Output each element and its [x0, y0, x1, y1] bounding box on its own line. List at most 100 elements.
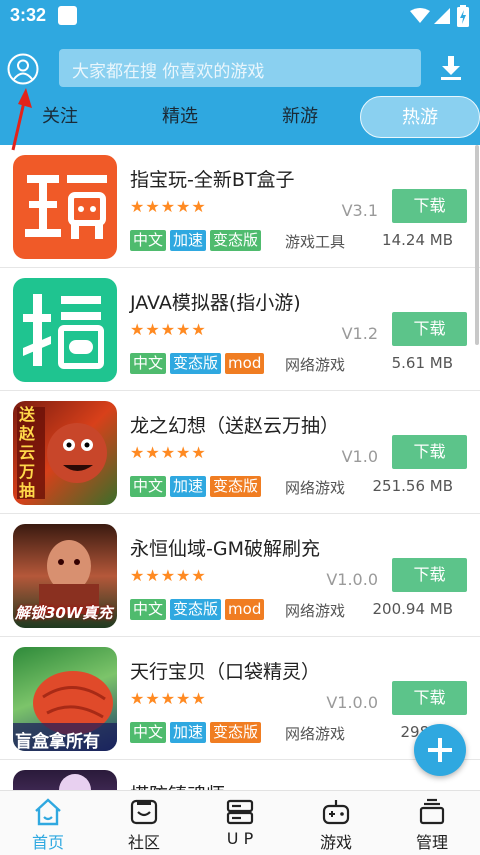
app-size: 200.94 MB: [372, 600, 454, 618]
tag: 变态版: [170, 353, 222, 374]
game-list: 指宝玩-全新BT盒子 ★★★★★ V3.1 中文 加速 变态版 游戏工具 14.…: [0, 145, 480, 790]
status-bar: 3:32: [0, 0, 480, 34]
rating-stars: ★★★★★: [130, 566, 207, 585]
signal-icon: [434, 8, 450, 24]
manage-icon: [419, 798, 445, 825]
app-size: 251.56 MB: [372, 477, 454, 495]
app-icon: 盲盒拿所有: [13, 647, 117, 751]
annotation-arrow-icon: [11, 88, 32, 151]
nav-home[interactable]: 首页: [0, 791, 96, 855]
tag: 加速: [170, 722, 207, 743]
app-name: JAVA模拟器(指小游): [130, 292, 301, 314]
app-icon: 送赵云万抽: [13, 401, 117, 505]
app-icon-caption: 解锁30W真充: [15, 604, 113, 622]
app-size: 5.61 MB: [391, 354, 453, 372]
app-version: V1.2: [341, 324, 378, 343]
scrollbar[interactable]: [475, 145, 479, 345]
app-category: 网络游戏: [285, 725, 346, 743]
nav-label: 管理: [415, 833, 448, 852]
tag-list: 中文 加速 变态版: [130, 476, 262, 497]
download-button[interactable]: 下载: [392, 681, 467, 715]
home-icon: [35, 798, 61, 826]
app-category: 网络游戏: [285, 479, 346, 497]
add-button[interactable]: [414, 724, 466, 776]
status-time: 3:32: [10, 5, 47, 25]
nav-label: U P: [226, 829, 254, 848]
search-input[interactable]: 大家都在搜 你喜欢的游戏: [59, 49, 421, 87]
list-item[interactable]: 盲盒拿所有 天行宝贝（口袋精灵） ★★★★★ V1.0.0 中文 加速 变态版 …: [0, 637, 480, 760]
nav-label: 游戏: [319, 833, 352, 852]
tag: 加速: [170, 230, 207, 251]
tag: 变态版: [170, 599, 222, 620]
download-button[interactable]: 下载: [392, 189, 467, 223]
up-icon: [226, 799, 254, 825]
app-category: 游戏工具: [285, 233, 346, 251]
app-name: 天行宝贝（口袋精灵）: [130, 661, 321, 683]
app-version: V1.0.0: [326, 693, 378, 712]
tag: 中文: [130, 599, 167, 620]
tag: 中文: [130, 476, 167, 497]
tag: 中文: [130, 230, 167, 251]
community-icon: [130, 799, 158, 825]
list-item[interactable]: 送赵云万抽 龙之幻想（送赵云万抽） ★★★★★ V1.0 中文 加速 变态版 网…: [0, 391, 480, 514]
tag-list: 中文 加速 变态版: [130, 722, 262, 743]
notification-icon: [58, 6, 77, 25]
app-size: 14.24 MB: [382, 231, 453, 249]
download-button[interactable]: 下载: [392, 312, 467, 346]
tag: mod: [225, 353, 265, 374]
nav-label: 首页: [31, 833, 64, 852]
wifi-icon: [410, 8, 430, 23]
app-version: V1.0: [341, 447, 378, 466]
app-icon: [13, 770, 117, 790]
tag: 变态版: [210, 476, 262, 497]
app-icon-caption: 送赵云万抽: [19, 405, 36, 500]
list-item[interactable]: JAVA模拟器(指小游) ★★★★★ V1.2 中文 变态版 mod 网络游戏 …: [0, 268, 480, 391]
tag: mod: [225, 599, 265, 620]
tag: 变态版: [210, 722, 262, 743]
download-manager-icon[interactable]: [437, 54, 465, 82]
app-icon-caption: 盲盒拿所有: [15, 732, 100, 751]
tag: 加速: [170, 476, 207, 497]
app-name: 塔防镇魂师: [130, 780, 225, 790]
tab-bar: 关注 精选 新游 热游: [0, 96, 480, 140]
battery-icon: [457, 5, 469, 27]
app-header: 3:32 大家都在搜 你喜欢的游戏 关注 精选 新游 热游: [0, 0, 480, 145]
search-placeholder: 大家都在搜 你喜欢的游戏: [72, 62, 265, 82]
nav-manage[interactable]: 管理: [384, 791, 480, 855]
nav-games[interactable]: 游戏: [288, 791, 384, 855]
tag-list: 中文 变态版 mod: [130, 599, 265, 620]
user-profile-button[interactable]: [7, 53, 39, 85]
tag-list: 中文 变态版 mod: [130, 353, 265, 374]
download-button[interactable]: 下载: [392, 435, 467, 469]
tab-new-games[interactable]: 新游: [260, 96, 340, 138]
rating-stars: ★★★★★: [130, 197, 207, 216]
tab-featured[interactable]: 精选: [140, 96, 220, 138]
nav-label: 社区: [127, 833, 160, 852]
app-name: 指宝玩-全新BT盒子: [130, 169, 295, 191]
tag-list: 中文 加速 变态版: [130, 230, 262, 251]
tag: 中文: [130, 353, 167, 374]
tag: 变态版: [210, 230, 262, 251]
app-icon: 解锁30W真充: [13, 524, 117, 628]
gamepad-icon: [322, 800, 350, 825]
app-category: 网络游戏: [285, 602, 346, 620]
rating-stars: ★★★★★: [130, 443, 207, 462]
list-item[interactable]: 塔防镇魂师: [0, 760, 480, 790]
app-icon: [13, 278, 117, 382]
list-item[interactable]: 解锁30W真充 永恒仙域-GM破解刷充 ★★★★★ V1.0.0 中文 变态版 …: [0, 514, 480, 637]
nav-community[interactable]: 社区: [96, 791, 192, 855]
tab-hot-games[interactable]: 热游: [360, 96, 480, 138]
app-name: 永恒仙域-GM破解刷充: [130, 538, 320, 560]
app-category: 网络游戏: [285, 356, 346, 374]
list-item[interactable]: 指宝玩-全新BT盒子 ★★★★★ V3.1 中文 加速 变态版 游戏工具 14.…: [0, 145, 480, 268]
app-version: V1.0.0: [326, 570, 378, 589]
tag: 中文: [130, 722, 167, 743]
app-icon: [13, 155, 117, 259]
rating-stars: ★★★★★: [130, 320, 207, 339]
app-version: V3.1: [341, 201, 378, 220]
app-name: 龙之幻想（送赵云万抽）: [130, 415, 340, 437]
rating-stars: ★★★★★: [130, 689, 207, 708]
bottom-navigation: 首页 社区 U P 游戏 管理: [0, 790, 480, 855]
download-button[interactable]: 下载: [392, 558, 467, 592]
nav-up[interactable]: U P: [192, 791, 288, 855]
